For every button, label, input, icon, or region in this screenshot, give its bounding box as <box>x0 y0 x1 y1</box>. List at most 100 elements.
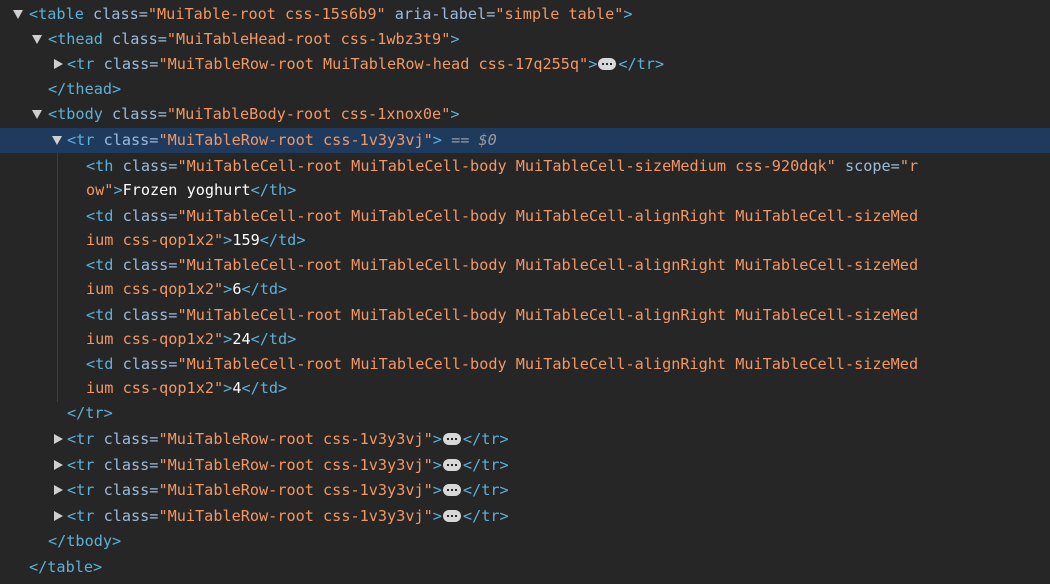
tag-bracket: > <box>623 5 633 23</box>
tag-name: <tr <box>67 131 95 149</box>
node-td[interactable]: <td class="MuiTableCell-root MuiTableCel… <box>0 303 1050 327</box>
tag-name: <table <box>29 5 84 23</box>
node-th-cont[interactable]: ow">Frozen yoghurt</th> <box>0 178 1050 202</box>
attr-value: ium css-qop1x2" <box>86 280 224 298</box>
node-table-open[interactable]: <table class="MuiTable-root css-15s6b9" … <box>0 2 1050 27</box>
attr-value: "MuiTableCell-root MuiTableCell-body Mui… <box>177 355 919 373</box>
node-tr-close[interactable]: </tr> <box>0 401 1050 426</box>
cell-text: 159 <box>232 231 260 249</box>
tag-name: <td <box>86 256 114 274</box>
triangle-right-icon[interactable] <box>54 434 63 444</box>
attr-value: ow" <box>86 181 114 199</box>
attr-name: class= <box>113 355 178 373</box>
node-thead-open[interactable]: <thead class="MuiTableHead-root css-1wbz… <box>0 27 1050 52</box>
tag-name: <tr <box>67 430 95 448</box>
triangle-right-icon[interactable] <box>54 59 63 69</box>
triangle-right-icon[interactable] <box>54 460 63 470</box>
node-td[interactable]: <td class="MuiTableCell-root MuiTableCel… <box>0 352 1050 376</box>
node-tr-selected[interactable]: <tr class="MuiTableRow-root css-1v3y3vj"… <box>0 128 1050 153</box>
attr-name: class= <box>113 207 178 225</box>
tag-name: <td <box>86 355 114 373</box>
tag-name: <thead <box>48 30 103 48</box>
cell-text: 24 <box>232 330 251 348</box>
node-thead-tr[interactable]: <tr class="MuiTableRow-root MuiTableRow-… <box>0 52 1050 77</box>
node-table-close[interactable]: </table> <box>0 555 1050 580</box>
triangle-right-icon[interactable] <box>54 511 63 521</box>
node-tr-collapsed[interactable]: <tr class="MuiTableRow-root css-1v3y3vj"… <box>0 478 1050 503</box>
attr-value: "MuiTableHead-root css-1wbz3t9" <box>166 30 451 48</box>
tag-name: <th <box>86 157 114 175</box>
tag-close: </th> <box>250 181 297 199</box>
node-td[interactable]: <td class="MuiTableCell-root MuiTableCel… <box>0 253 1050 277</box>
tag-name: <tbody <box>48 105 103 123</box>
attr-value: "MuiTableCell-root MuiTableCell-body Mui… <box>177 256 919 274</box>
attr-name: scope= <box>835 157 900 175</box>
ellipsis-icon[interactable] <box>598 58 617 70</box>
attr-name: aria-label= <box>385 5 496 23</box>
tag-name: <td <box>86 207 114 225</box>
attr-value: "MuiTableRow-root css-1v3y3vj" <box>158 481 433 499</box>
attr-value: "MuiTableRow-root MuiTableRow-head css-1… <box>158 55 589 73</box>
attr-name: class= <box>94 507 159 525</box>
attr-value: "MuiTableRow-root css-1v3y3vj" <box>158 131 433 149</box>
tag-close: </td> <box>241 280 288 298</box>
attr-name: class= <box>113 306 178 324</box>
tag-bracket: > <box>223 231 233 249</box>
node-tr-collapsed[interactable]: <tr class="MuiTableRow-root css-1v3y3vj"… <box>0 427 1050 452</box>
node-th[interactable]: <th class="MuiTableCell-root MuiTableCel… <box>0 154 1050 178</box>
attr-value: "MuiTableCell-root MuiTableCell-body Mui… <box>177 157 836 175</box>
node-tr-collapsed[interactable]: <tr class="MuiTableRow-root css-1v3y3vj"… <box>0 453 1050 478</box>
attr-value: "r <box>899 157 919 175</box>
tag-close: </tr> <box>462 456 509 474</box>
attr-name: class= <box>94 481 159 499</box>
tag-bracket: > <box>450 30 460 48</box>
tag-bracket: > <box>432 430 442 448</box>
attr-value: ium css-qop1x2" <box>86 379 224 397</box>
tag-bracket: > <box>432 507 442 525</box>
tag-bracket: > <box>450 105 460 123</box>
attr-value: "MuiTableCell-root MuiTableCell-body Mui… <box>177 306 919 324</box>
attr-value: ium css-qop1x2" <box>86 330 224 348</box>
ellipsis-icon[interactable] <box>442 433 461 445</box>
attr-name: class= <box>113 256 178 274</box>
triangle-down-icon[interactable] <box>52 136 62 145</box>
tag-name: <td <box>86 306 114 324</box>
node-td-cont[interactable]: ium css-qop1x2">4</td> <box>0 376 1050 400</box>
ellipsis-icon[interactable] <box>442 510 461 522</box>
attr-value: "MuiTableRow-root css-1v3y3vj" <box>158 456 433 474</box>
triangle-down-icon[interactable] <box>32 110 42 119</box>
node-td-cont[interactable]: ium css-qop1x2">159</td> <box>0 228 1050 252</box>
attr-name: class= <box>102 105 167 123</box>
attr-value: "MuiTableBody-root css-1xnox0e" <box>166 105 451 123</box>
node-td[interactable]: <td class="MuiTableCell-root MuiTableCel… <box>0 204 1050 228</box>
tag-bracket: > <box>432 131 442 149</box>
attr-value: "simple table" <box>495 5 624 23</box>
triangle-right-icon[interactable] <box>54 485 63 495</box>
triangle-down-icon[interactable] <box>13 10 23 19</box>
tag-name: <tr <box>67 481 95 499</box>
node-tr-collapsed[interactable]: <tr class="MuiTableRow-root css-1v3y3vj"… <box>0 504 1050 529</box>
attr-name: class= <box>113 157 178 175</box>
attr-value: ium css-qop1x2" <box>86 231 224 249</box>
node-tbody-close[interactable]: </tbody> <box>0 529 1050 554</box>
tag-close: </td> <box>250 330 297 348</box>
node-thead-close[interactable]: </thead> <box>0 77 1050 102</box>
tag-close: </tbody> <box>48 532 122 550</box>
tag-close: </thead> <box>48 80 122 98</box>
console-ref: $0 <box>478 131 497 149</box>
triangle-down-icon[interactable] <box>32 35 42 44</box>
node-td-cont[interactable]: ium css-qop1x2">24</td> <box>0 327 1050 351</box>
attr-name: class= <box>83 5 148 23</box>
tag-close: </tr> <box>462 481 509 499</box>
ellipsis-icon[interactable] <box>442 484 461 496</box>
tag-name: <tr <box>67 55 95 73</box>
attr-name: class= <box>94 456 159 474</box>
tag-close: </tr> <box>462 430 509 448</box>
ellipsis-icon[interactable] <box>442 459 461 471</box>
attr-name: class= <box>94 430 159 448</box>
tag-bracket: > <box>223 379 233 397</box>
tag-bracket: > <box>223 330 233 348</box>
tag-close: </tr> <box>67 404 113 422</box>
node-td-cont[interactable]: ium css-qop1x2">6</td> <box>0 277 1050 301</box>
node-tbody-open[interactable]: <tbody class="MuiTableBody-root css-1xno… <box>0 102 1050 127</box>
